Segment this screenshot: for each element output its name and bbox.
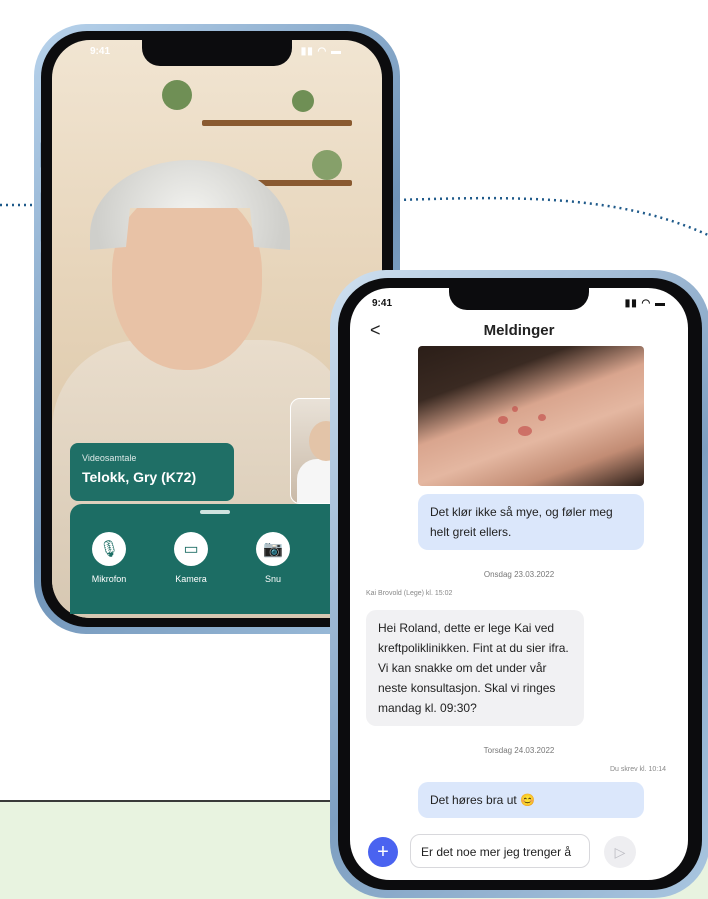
microphone-button[interactable]: 🎙: [92, 532, 126, 566]
you-meta: Du skrev kl. 10:14: [609, 766, 666, 773]
message-input[interactable]: Er det noe mer jeg trenger å: [410, 834, 590, 868]
flip-camera-label: Snu: [264, 574, 281, 584]
phone-notch: [449, 288, 589, 310]
send-icon: ▷: [614, 843, 626, 860]
camera-icon: ▭: [183, 541, 199, 558]
drag-handle[interactable]: [200, 510, 230, 514]
message-bubble-incoming: Hei Roland, dette er lege Kai ved kreftp…: [366, 610, 584, 726]
plant: [162, 80, 192, 110]
status-time: 9:41: [372, 298, 393, 309]
status-icons: ▮▮ ◠ ▬: [624, 298, 666, 309]
flip-camera-icon: 📷: [263, 541, 283, 558]
rash-spot: [538, 414, 546, 421]
date-separator: Torsdag 24.03.2022: [483, 746, 555, 755]
phone-messages: 9:41 ▮▮ ◠ ▬ < Meldinger Det klør ikke så…: [330, 270, 708, 898]
caller-name: Telokk, Gry (K72): [82, 469, 197, 485]
status-icons: ▮▮ ◠ ▬: [300, 46, 342, 57]
phone-notch: [142, 40, 292, 66]
message-bubble-outgoing: Det høres bra ut 😊: [418, 782, 644, 818]
microphone-label: Mikrofon: [91, 574, 127, 584]
message-bubble-outgoing: Det klør ikke så mye, og føler meg helt …: [418, 494, 644, 550]
call-type-label: Videosamtale: [82, 453, 137, 463]
plant: [292, 90, 314, 112]
plant: [312, 150, 342, 180]
call-info-card: Videosamtale Telokk, Gry (K72): [70, 443, 234, 501]
person-face: [112, 190, 262, 370]
microphone-icon: 🎙: [98, 541, 120, 558]
sender-meta: Kai Brovold (Lege) kl. 15:02: [366, 590, 453, 597]
status-time: 9:41: [90, 46, 111, 57]
send-button[interactable]: ▷: [604, 836, 636, 868]
shelf: [202, 120, 352, 126]
plus-icon: +: [377, 840, 389, 863]
flip-camera-button[interactable]: 📷: [256, 532, 290, 566]
camera-label: Kamera: [175, 574, 207, 584]
messages-screen: 9:41 ▮▮ ◠ ▬ < Meldinger Det klør ikke så…: [350, 288, 688, 880]
add-attachment-button[interactable]: +: [368, 837, 398, 867]
date-separator: Onsdag 23.03.2022: [483, 570, 555, 579]
page-title: Meldinger: [483, 322, 555, 339]
attached-photo[interactable]: [418, 346, 644, 486]
rash-spot: [512, 406, 518, 412]
rash-spot: [518, 426, 532, 436]
call-controls-panel: 🎙 Mikrofon ▭ Kamera 📷 Snu: [70, 504, 376, 614]
rash-spot: [498, 416, 508, 424]
camera-button[interactable]: ▭: [174, 532, 208, 566]
